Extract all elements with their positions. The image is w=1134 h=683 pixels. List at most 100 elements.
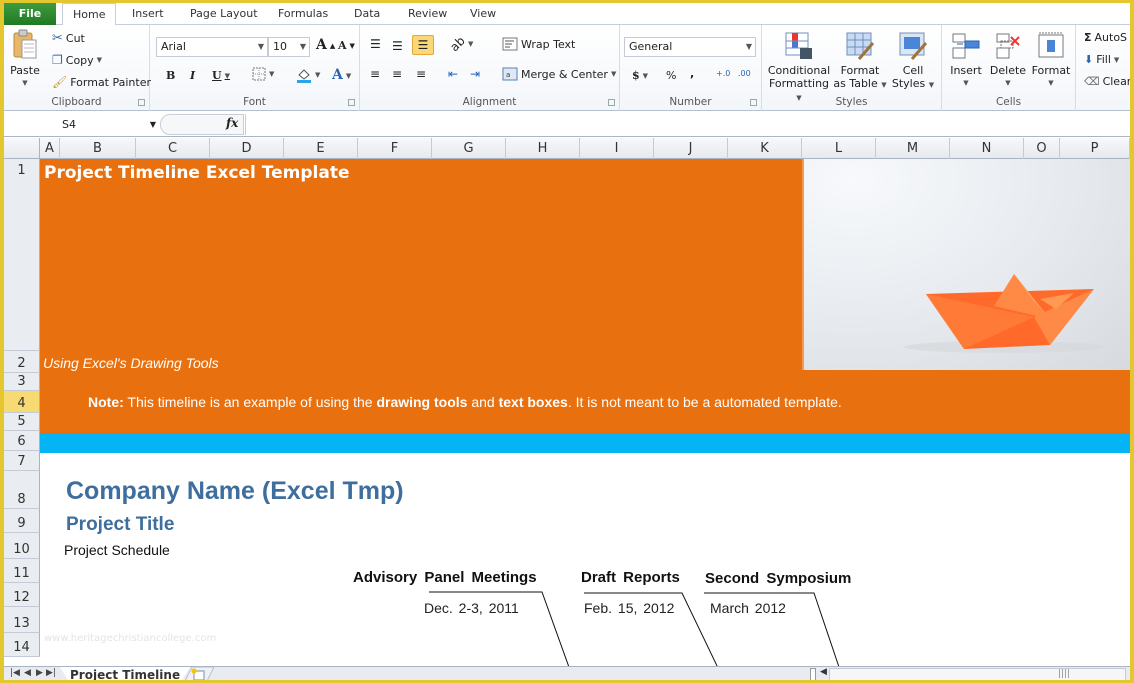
delete-cells-button[interactable]: Delete ▼ (988, 31, 1028, 90)
clipboard-launcher-icon[interactable] (138, 99, 145, 106)
tab-file[interactable]: File (4, 3, 56, 25)
merge-dropdown-icon: ▼ (610, 70, 617, 78)
tab-data[interactable]: Data (344, 3, 390, 25)
insert-cells-button[interactable]: Insert ▼ (946, 31, 986, 90)
merge-center-button[interactable]: a Merge & Center ▼ (502, 67, 616, 81)
row-header[interactable]: 14 (4, 633, 40, 657)
row-header[interactable]: 8 (4, 471, 40, 509)
column-header[interactable]: K (728, 138, 802, 159)
font-launcher-icon[interactable] (348, 99, 355, 106)
column-header[interactable]: F (358, 138, 432, 159)
paste-button[interactable]: Paste ▼ (8, 29, 42, 90)
row-header[interactable]: 2 (4, 351, 40, 373)
insert-function-icon[interactable]: fx (226, 116, 238, 130)
format-as-table-button[interactable]: Format as Table ▼ (832, 31, 888, 92)
grow-font-button[interactable]: A ▲ (316, 37, 335, 53)
fill-button[interactable]: ⬇ Fill ▼ (1084, 53, 1119, 66)
tab-formulas[interactable]: Formulas (268, 3, 338, 25)
formula-input[interactable] (245, 114, 1130, 135)
column-header[interactable]: B (60, 138, 136, 159)
tab-split-handle[interactable] (810, 668, 816, 680)
align-bottom-icon: ☰ (417, 38, 429, 52)
column-header[interactable]: G (432, 138, 506, 159)
column-header[interactable]: D (210, 138, 284, 159)
autosum-button[interactable]: Σ AutoS (1084, 31, 1127, 44)
row-header[interactable]: 5 (4, 413, 40, 431)
bold-button[interactable]: B (166, 69, 175, 82)
alignment-launcher-icon[interactable] (608, 99, 615, 106)
fill-color-button[interactable]: ▼ (296, 67, 320, 83)
decrease-decimal-button[interactable]: .00 (738, 69, 751, 78)
font-color-button[interactable]: A ▼ (332, 67, 351, 83)
align-middle-button[interactable]: ☰ (392, 39, 403, 53)
percent-button[interactable]: % (666, 69, 676, 82)
column-header[interactable]: O (1024, 138, 1060, 159)
row-header[interactable]: 3 (4, 373, 40, 391)
horizontal-scrollbar[interactable]: |||| (829, 668, 1126, 680)
italic-button[interactable]: I (190, 69, 195, 82)
align-center-button[interactable]: ≡ (392, 67, 402, 81)
currency-button[interactable]: $ ▼ (632, 69, 648, 82)
font-group-label: Font (243, 96, 266, 108)
cut-button[interactable]: ✂ Cut (52, 31, 85, 46)
align-right-button[interactable]: ≡ (416, 67, 426, 81)
format-cells-button[interactable]: Format ▼ (1030, 31, 1072, 90)
column-header[interactable]: P (1060, 138, 1130, 159)
next-sheet-icon[interactable]: ▶ (36, 668, 43, 678)
row-header[interactable]: 4 (4, 391, 40, 413)
column-header[interactable]: M (876, 138, 950, 159)
format-painter-button[interactable]: 🖌 Format Painter (52, 75, 151, 89)
borders-button[interactable]: ▼ (252, 67, 274, 81)
row-header[interactable]: 7 (4, 451, 40, 471)
row-header[interactable]: 12 (4, 583, 40, 607)
sheet-tab-project-timeline[interactable]: Project Timeline (60, 667, 191, 680)
conditional-formatting-button[interactable]: Conditional Formatting ▼ (766, 31, 832, 105)
column-header[interactable]: E (284, 138, 358, 159)
align-top-button[interactable]: ☰ (370, 37, 381, 51)
tab-page-layout[interactable]: Page Layout (180, 3, 268, 25)
select-all-button[interactable] (4, 138, 40, 159)
row-header[interactable]: 10 (4, 533, 40, 559)
last-sheet-icon[interactable]: ▶| (46, 668, 56, 678)
column-header[interactable]: C (136, 138, 210, 159)
worksheet[interactable]: Project Timeline Excel Template Using Ex… (40, 159, 1130, 666)
font-name-dropdown[interactable]: Arial ▼ (156, 37, 268, 57)
prev-sheet-icon[interactable]: ◀ (24, 668, 31, 678)
copy-button[interactable]: ❐ Copy ▼ (52, 53, 102, 67)
row-header[interactable]: 9 (4, 509, 40, 533)
insert-worksheet-button[interactable] (184, 666, 224, 680)
column-header[interactable]: N (950, 138, 1024, 159)
tab-insert[interactable]: Insert (122, 3, 174, 25)
increase-decimal-button[interactable]: +.0 (716, 69, 730, 78)
column-header[interactable]: J (654, 138, 728, 159)
decrease-indent-button[interactable]: ⇤ (448, 67, 458, 81)
align-left-button[interactable]: ≡ (370, 67, 380, 81)
shrink-font-button[interactable]: A ▼ (338, 39, 355, 52)
column-header[interactable]: H (506, 138, 580, 159)
wrap-text-button[interactable]: Wrap Text (502, 37, 575, 51)
column-header[interactable]: I (580, 138, 654, 159)
tab-view[interactable]: View (460, 3, 506, 25)
row-header[interactable]: 11 (4, 559, 40, 583)
row-header[interactable]: 13 (4, 607, 40, 633)
column-header[interactable]: L (802, 138, 876, 159)
row-header[interactable]: 1 (4, 159, 40, 351)
cell-styles-button[interactable]: Cell Styles ▼ (890, 31, 936, 92)
align-bottom-button[interactable]: ☰ (412, 35, 434, 55)
scroll-left-icon[interactable]: ◀ (820, 667, 827, 677)
font-size-dropdown[interactable]: 10 ▼ (268, 37, 310, 57)
comma-button[interactable]: , (690, 67, 694, 80)
row-header[interactable]: 6 (4, 431, 40, 451)
paste-label: Paste (10, 64, 40, 77)
first-sheet-icon[interactable]: |◀ (10, 668, 20, 678)
tab-review[interactable]: Review (398, 3, 457, 25)
number-launcher-icon[interactable] (750, 99, 757, 106)
increase-indent-button[interactable]: ⇥ (470, 67, 480, 81)
orientation-button[interactable]: ab ▼ (447, 34, 473, 54)
column-header[interactable]: A (40, 138, 60, 159)
clear-button[interactable]: ⌫ Clear (1084, 75, 1130, 88)
tab-home[interactable]: Home (62, 3, 117, 26)
number-format-dropdown[interactable]: General ▼ (624, 37, 756, 57)
underline-button[interactable]: U ▼ (212, 69, 230, 82)
name-box[interactable]: S4 ▼ (4, 115, 156, 134)
